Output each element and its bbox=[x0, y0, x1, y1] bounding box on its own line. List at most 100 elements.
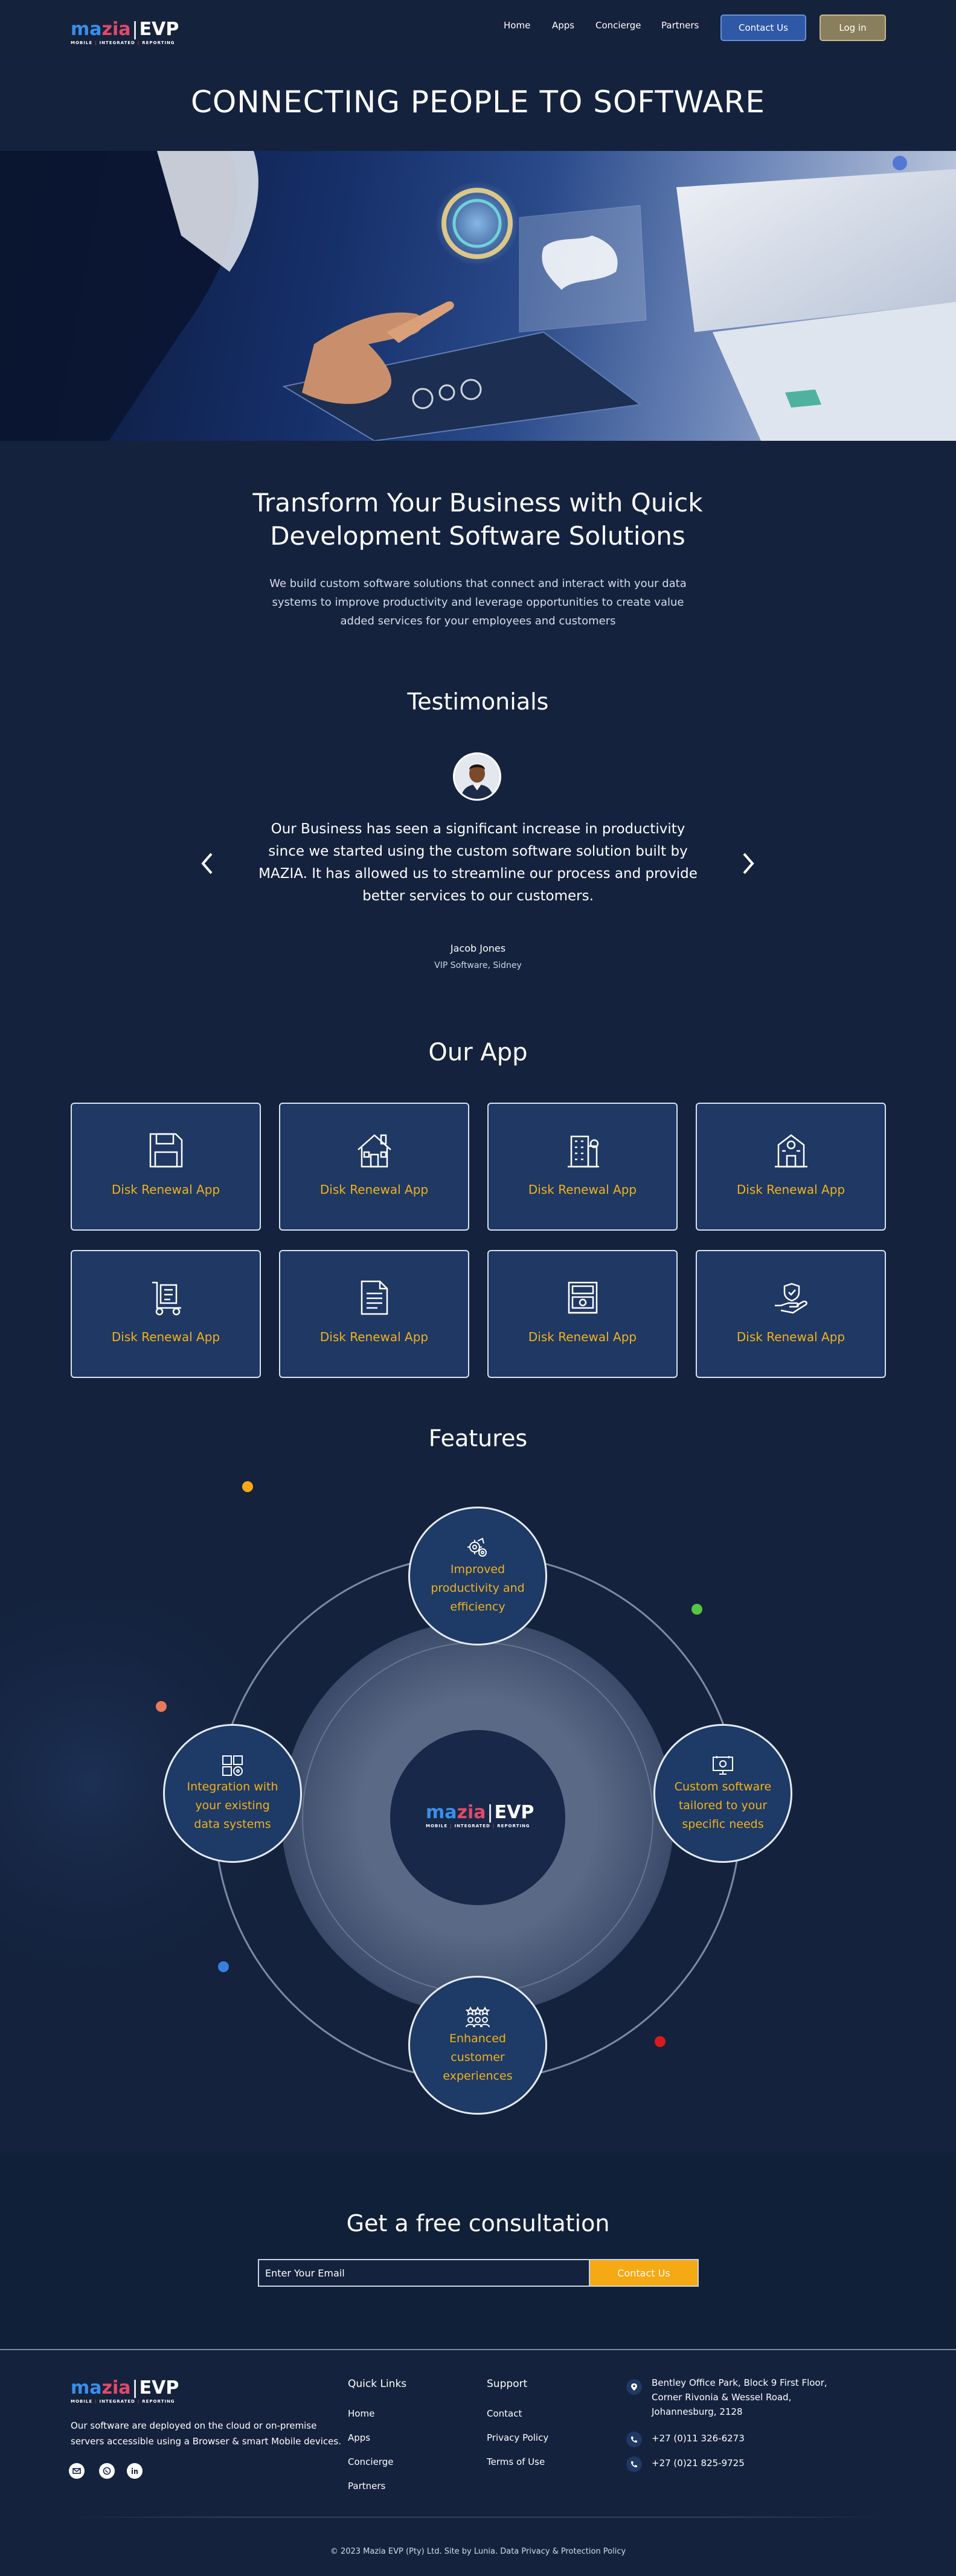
footer-phone-1[interactable]: +27 (0)11 326-6273 bbox=[652, 2431, 745, 2446]
apps-title: Our App bbox=[428, 1039, 528, 1066]
nav-home[interactable]: Home bbox=[504, 20, 530, 31]
footer-link-contact[interactable]: Contact bbox=[487, 2408, 522, 2419]
feature-label: Integration with your existing data syst… bbox=[187, 1780, 278, 1831]
app-card-6[interactable]: Disk Renewal App bbox=[279, 1250, 469, 1378]
feature-label: Improved productivity and efficiency bbox=[431, 1562, 525, 1613]
hand-shield-icon bbox=[774, 1283, 807, 1314]
consultation-contact-button[interactable]: Contact Us bbox=[589, 2259, 699, 2287]
app-card-8[interactable]: Disk Renewal App bbox=[696, 1250, 886, 1378]
decor-dot-salmon bbox=[156, 1701, 167, 1712]
nav-partners[interactable]: Partners bbox=[661, 20, 699, 31]
testimonial-avatar bbox=[453, 752, 501, 801]
testimonial-next-button[interactable] bbox=[742, 851, 756, 880]
intro-text: We build custom software solutions that … bbox=[269, 577, 687, 627]
testimonial-prev-button[interactable] bbox=[199, 851, 214, 880]
logo-mazia-text: mazia bbox=[71, 19, 131, 40]
intro-heading: Transform Your Business with Quick Devel… bbox=[252, 488, 703, 551]
decor-dot-blue bbox=[218, 1961, 229, 1972]
footer-link-concierge[interactable]: Concierge bbox=[348, 2456, 393, 2467]
customers-stars-icon bbox=[465, 2006, 490, 2027]
logo-tagline: MOBILE | INTEGRATED | REPORTING bbox=[426, 1824, 530, 1828]
copyright-text: © 2023 Mazia EVP (Pty) Ltd. Site by Luni… bbox=[330, 2547, 626, 2556]
app-card-5[interactable]: Disk Renewal App bbox=[71, 1250, 261, 1378]
chevron-right-icon bbox=[743, 853, 754, 874]
feature-custom-software: Custom software tailored to your specifi… bbox=[653, 1724, 792, 1863]
features-diagram: mazia | EVP MOBILE | INTEGRATED | REPORTING … bbox=[0, 1467, 956, 2144]
logo-tag-mobile: MOBILE bbox=[71, 2399, 93, 2404]
logo-evp-text: EVP bbox=[494, 1802, 534, 1823]
whatsapp-social-link[interactable] bbox=[99, 2463, 115, 2479]
nav-apps[interactable]: Apps bbox=[552, 20, 574, 31]
linkedin-icon bbox=[131, 2467, 138, 2474]
logo-tag-reporting: REPORTING bbox=[142, 2399, 175, 2404]
app-card-2[interactable]: Disk Renewal App bbox=[279, 1103, 469, 1231]
features-title: Features bbox=[428, 1425, 528, 1452]
app-card-1[interactable]: Disk Renewal App bbox=[71, 1103, 261, 1231]
hero-illustration bbox=[0, 151, 956, 441]
app-card-label: Disk Renewal App bbox=[528, 1182, 637, 1197]
document-icon bbox=[361, 1280, 388, 1315]
footer-link-partners[interactable]: Partners bbox=[348, 2481, 385, 2491]
logo-separator: | bbox=[132, 2377, 138, 2398]
brand-logo[interactable]: mazia | EVP MOBILE | INTEGRATED | REPORTING bbox=[71, 19, 179, 46]
school-building-icon bbox=[774, 1134, 807, 1168]
chevron-left-icon bbox=[201, 853, 213, 874]
delivery-trolley-icon bbox=[152, 1281, 181, 1316]
consultation-title: Get a free consultation bbox=[346, 2210, 610, 2237]
testimonials-title: Testimonials bbox=[407, 688, 549, 715]
app-card-label: Disk Renewal App bbox=[111, 1330, 220, 1344]
features-center-logo: mazia | EVP MOBILE | INTEGRATED | REPORTING bbox=[426, 1802, 534, 1829]
linkedin-social-link[interactable] bbox=[127, 2463, 143, 2479]
header-contact-button[interactable]: Contact Us bbox=[720, 14, 806, 41]
gears-icon bbox=[467, 1537, 487, 1557]
phone-icon bbox=[631, 2437, 637, 2443]
footer-description: Our software are deployed on the cloud o… bbox=[71, 2420, 341, 2447]
decor-dot-orange bbox=[242, 1481, 253, 1492]
footer-link-apps[interactable]: Apps bbox=[348, 2432, 370, 2443]
logo-mazia-text: mazia bbox=[426, 1802, 486, 1823]
footer-divider bbox=[0, 2349, 956, 2350]
feature-productivity: Improved productivity and efficiency bbox=[408, 1507, 547, 1645]
location-icon-wrap bbox=[626, 2379, 642, 2395]
house-icon bbox=[357, 1134, 391, 1168]
app-card-7[interactable]: Disk Renewal App bbox=[487, 1250, 678, 1378]
logo-tag-mobile: MOBILE bbox=[71, 40, 93, 45]
testimonial-quote: Our Business has seen a significant incr… bbox=[258, 821, 698, 904]
logo-evp-text: EVP bbox=[139, 2377, 179, 2398]
monitor-icon bbox=[713, 1755, 733, 1775]
login-button[interactable]: Log in bbox=[820, 14, 886, 41]
logo-tag-mobile: MOBILE bbox=[426, 1824, 448, 1828]
quick-links-heading: Quick Links bbox=[348, 2378, 407, 2390]
decor-dot-green bbox=[691, 1604, 702, 1615]
app-card-label: Disk Renewal App bbox=[736, 1330, 845, 1344]
consultation-section bbox=[0, 2153, 956, 2349]
location-pin-icon bbox=[631, 2383, 637, 2391]
logo-tag-reporting: REPORTING bbox=[142, 40, 175, 45]
support-heading: Support bbox=[487, 2378, 528, 2390]
floppy-disk-icon bbox=[149, 1133, 182, 1168]
office-building-icon bbox=[567, 1135, 599, 1168]
footer-link-privacy[interactable]: Privacy Policy bbox=[487, 2432, 548, 2443]
footer-logo[interactable]: mazia | EVP MOBILE | INTEGRATED | REPORTING bbox=[71, 2377, 179, 2405]
feature-customer-experience: Enhanced customer experiences bbox=[408, 1976, 547, 2115]
footer-link-home[interactable]: Home bbox=[348, 2408, 374, 2419]
app-card-4[interactable]: Disk Renewal App bbox=[696, 1103, 886, 1231]
app-card-3[interactable]: Disk Renewal App bbox=[487, 1103, 678, 1231]
logo-tag-reporting: REPORTING bbox=[497, 1824, 530, 1828]
feature-integration: Integration with your existing data syst… bbox=[163, 1724, 302, 1863]
phone-icon bbox=[631, 2461, 637, 2467]
hero-image bbox=[0, 151, 956, 441]
whatsapp-icon bbox=[103, 2467, 111, 2475]
app-card-label: Disk Renewal App bbox=[319, 1182, 429, 1197]
logo-tag-integrated: INTEGRATED bbox=[99, 2399, 135, 2404]
nav-concierge[interactable]: Concierge bbox=[595, 20, 641, 31]
logo-mazia-text: mazia bbox=[71, 2377, 131, 2398]
footer-link-terms[interactable]: Terms of Use bbox=[487, 2456, 545, 2467]
decor-dot-red bbox=[655, 2036, 666, 2047]
email-input[interactable] bbox=[258, 2259, 589, 2287]
data-integration-icon bbox=[222, 1755, 243, 1776]
footer-phone-2[interactable]: +27 (0)21 825-9725 bbox=[652, 2456, 745, 2470]
email-social-link[interactable] bbox=[69, 2463, 85, 2479]
logo-tagline: MOBILE | INTEGRATED | REPORTING bbox=[71, 2399, 175, 2404]
person-photo-icon bbox=[455, 754, 499, 799]
